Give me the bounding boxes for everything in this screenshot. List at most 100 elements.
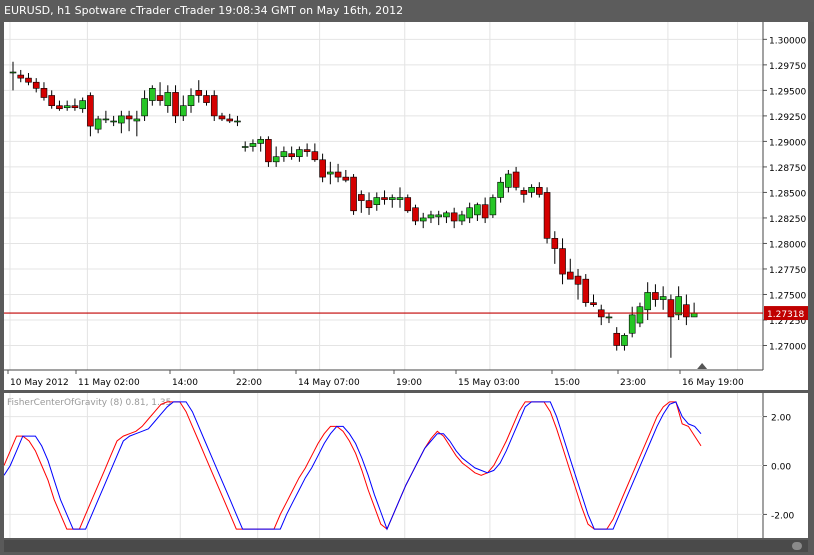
candle-body <box>249 143 257 147</box>
time-tick-label: 15:00 <box>554 378 580 388</box>
price-tick-label: 1.28000 <box>769 240 806 250</box>
candle-body <box>133 118 141 122</box>
price-tick-label: 1.29750 <box>769 62 806 72</box>
price-tick-label: 1.27000 <box>769 343 806 353</box>
candle-body <box>427 214 435 219</box>
time-tick-label: 15 May 03:00 <box>458 378 520 388</box>
price-tick-label: 1.27750 <box>769 266 806 276</box>
candle-body <box>179 105 187 117</box>
candle-body <box>25 77 32 83</box>
candle-body <box>605 316 613 319</box>
candle-body <box>319 159 326 178</box>
time-tick-label: 19:00 <box>396 378 422 388</box>
price-tick-label: 1.28500 <box>769 189 806 199</box>
scrollbar-thumb[interactable] <box>792 542 802 550</box>
candle-body <box>327 171 334 175</box>
candle-body <box>9 71 17 74</box>
candle-body <box>125 115 133 120</box>
price-tick-label: 1.28250 <box>769 215 806 225</box>
candle-body <box>63 105 71 109</box>
candle-body <box>94 118 102 130</box>
indicator-tick-label: -2.00 <box>771 511 795 521</box>
chart-window: EURUSD, h1 Spotware cTrader cTrader 19:0… <box>0 0 814 555</box>
price-grid <box>4 22 763 370</box>
candle-body <box>110 120 117 123</box>
candle-body <box>265 139 272 163</box>
candle-body <box>234 120 241 123</box>
candle-body <box>210 95 218 117</box>
candle-body <box>226 118 234 122</box>
candle-body <box>257 139 264 144</box>
candle-body <box>218 115 226 120</box>
candle-body <box>652 292 659 300</box>
candle-body <box>56 105 63 110</box>
price-tick-label: 1.27500 <box>769 291 806 301</box>
candle-body <box>636 306 644 324</box>
candle-body <box>559 248 566 275</box>
candle-body <box>17 74 25 79</box>
time-tick-label: 14 May 07:00 <box>298 378 360 388</box>
candle-body <box>396 197 404 200</box>
candle-body <box>187 95 195 106</box>
candle-body <box>311 151 319 161</box>
candle-body <box>203 95 210 103</box>
candle-body <box>450 212 458 222</box>
price-chart-svg[interactable]: 1.30000 1.29750 1.29500 1.29250 1.29000 1.287… <box>4 22 808 390</box>
candle-body <box>272 156 280 163</box>
candle-body <box>644 292 651 311</box>
candle-body <box>621 335 628 346</box>
candle-body <box>590 302 597 305</box>
time-tick-label: 16 May 19:00 <box>682 378 744 388</box>
time-tick-label: 23:00 <box>620 378 646 388</box>
candle-body <box>141 98 148 117</box>
time-tick-label: 22:00 <box>236 378 262 388</box>
candle-body <box>520 190 528 195</box>
candle-body <box>102 118 110 121</box>
price-tick-label: 1.30000 <box>769 36 806 46</box>
current-price-label: 1.27318 <box>767 310 804 320</box>
candle-body <box>566 271 574 280</box>
candle-body <box>505 173 512 188</box>
chart-title-bar: EURUSD, h1 Spotware cTrader cTrader 19:0… <box>0 0 814 22</box>
candle-body <box>659 296 667 300</box>
price-chart-pane[interactable]: 1.30000 1.29750 1.29500 1.29250 1.29000 1.287… <box>4 22 808 390</box>
candle-body <box>241 146 249 148</box>
candle-body <box>388 197 396 200</box>
candle-body <box>536 187 543 195</box>
candle-body <box>32 81 40 89</box>
candle-body <box>303 149 311 152</box>
candle-body <box>675 296 682 316</box>
candle-body <box>40 88 48 98</box>
candle-body <box>497 181 504 198</box>
current-bar-marker-icon <box>697 363 708 369</box>
candle-body <box>156 95 164 101</box>
horizontal-scrollbar[interactable] <box>4 540 808 552</box>
candle-body <box>118 115 125 124</box>
candle-body <box>458 214 466 222</box>
candle-body <box>350 176 357 212</box>
candle-body <box>288 153 295 158</box>
candle-body <box>683 304 690 318</box>
indicator-tick-label: 0.00 <box>771 463 791 473</box>
time-tick-label: 11 May 02:00 <box>78 378 140 388</box>
price-tick-label: 1.28750 <box>769 164 806 174</box>
candle-body <box>551 238 559 249</box>
candle-body <box>149 88 156 101</box>
candle-body <box>582 278 590 303</box>
price-tick-label: 1.29500 <box>769 87 806 97</box>
candle-body <box>528 187 535 193</box>
candle-body <box>512 171 520 188</box>
time-tick-label: 10 May 2012 <box>10 378 69 388</box>
price-tick-label: 1.29250 <box>769 113 806 123</box>
candle-body <box>419 217 427 222</box>
indicator-chart-svg[interactable]: 2.00 0.00 -2.00 FisherCenterOfGravity (8) 0… <box>3 393 808 538</box>
candle-body <box>296 149 303 158</box>
candle-body <box>79 100 86 110</box>
candle-body <box>613 332 621 346</box>
indicator-pane[interactable]: 2.00 0.00 -2.00 FisherCenterOfGravity (8) 0… <box>3 393 808 538</box>
candle-body <box>404 197 412 212</box>
price-tick-label: 1.29000 <box>769 138 806 148</box>
candle-body <box>667 299 675 318</box>
time-tick-label: 14:00 <box>172 378 198 388</box>
candle-body <box>48 95 56 106</box>
